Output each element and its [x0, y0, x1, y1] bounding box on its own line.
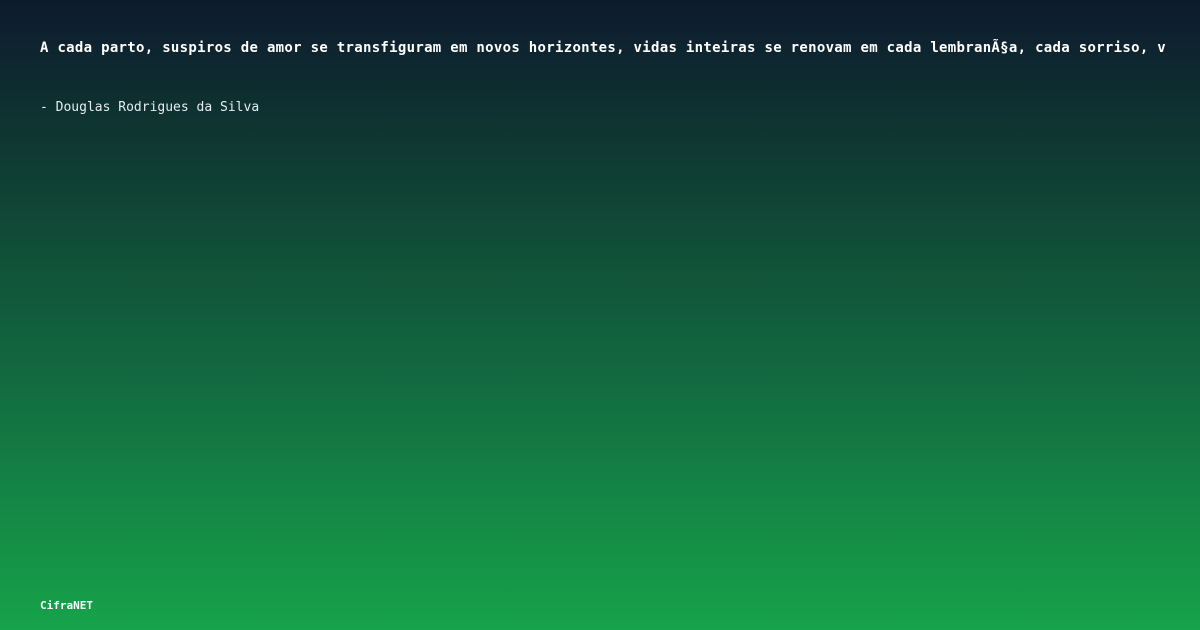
quote-author: - Douglas Rodrigues da Silva [40, 100, 260, 115]
brand-name: CifraNET [40, 599, 93, 612]
quote-text: A cada parto, suspiros de amor se transf… [40, 40, 1167, 56]
